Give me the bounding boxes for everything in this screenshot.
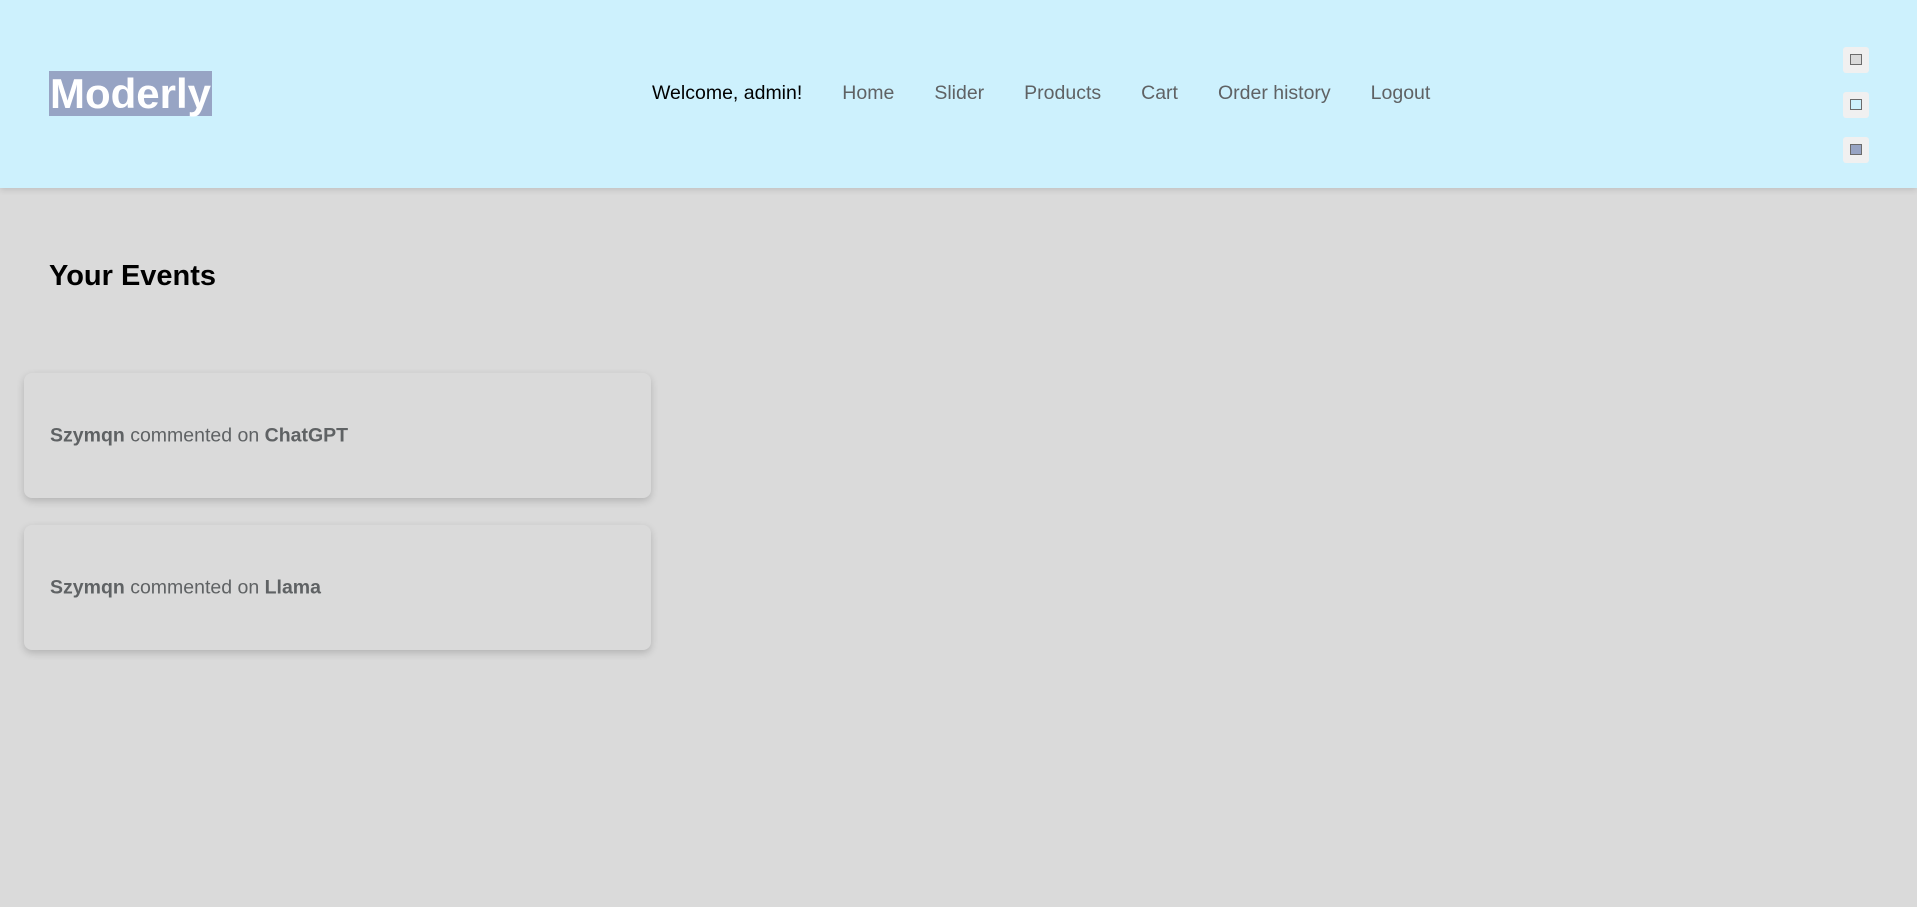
theme-swatch-slate-blue-button[interactable] [1843, 137, 1869, 163]
event-action: commented on [130, 424, 260, 446]
nav-order-history-link[interactable]: Order history [1218, 82, 1331, 105]
color-chip-icon [1850, 99, 1862, 110]
event-action: commented on [130, 576, 260, 598]
color-chip-icon [1850, 54, 1862, 65]
main-nav: Welcome, admin! Home Slider Products Car… [652, 80, 1430, 106]
event-card: Szymqn commented on Llama [24, 525, 651, 650]
event-text: Szymqn commented on Llama [50, 576, 321, 599]
nav-logout-link[interactable]: Logout [1371, 82, 1431, 105]
color-chip-icon [1850, 144, 1862, 155]
event-target: ChatGPT [264, 424, 349, 446]
event-user: Szymqn [50, 424, 125, 446]
theme-swatch-light-blue-button[interactable] [1843, 92, 1869, 118]
event-card: Szymqn commented on ChatGPT [24, 373, 651, 498]
event-text: Szymqn commented on ChatGPT [50, 424, 348, 447]
theme-swatch-gray-button[interactable] [1843, 47, 1869, 73]
site-header: Moderly Welcome, admin! Home Slider Prod… [0, 0, 1917, 188]
page-title: Your Events [49, 260, 217, 292]
nav-home-link[interactable]: Home [842, 82, 894, 105]
nav-slider-link[interactable]: Slider [934, 82, 984, 105]
nav-products-link[interactable]: Products [1024, 82, 1101, 105]
logo-link[interactable]: Moderly [49, 71, 213, 116]
welcome-message: Welcome, admin! [652, 81, 803, 104]
event-target: Llama [264, 576, 321, 598]
nav-cart-link[interactable]: Cart [1141, 82, 1178, 105]
event-user: Szymqn [50, 576, 125, 598]
